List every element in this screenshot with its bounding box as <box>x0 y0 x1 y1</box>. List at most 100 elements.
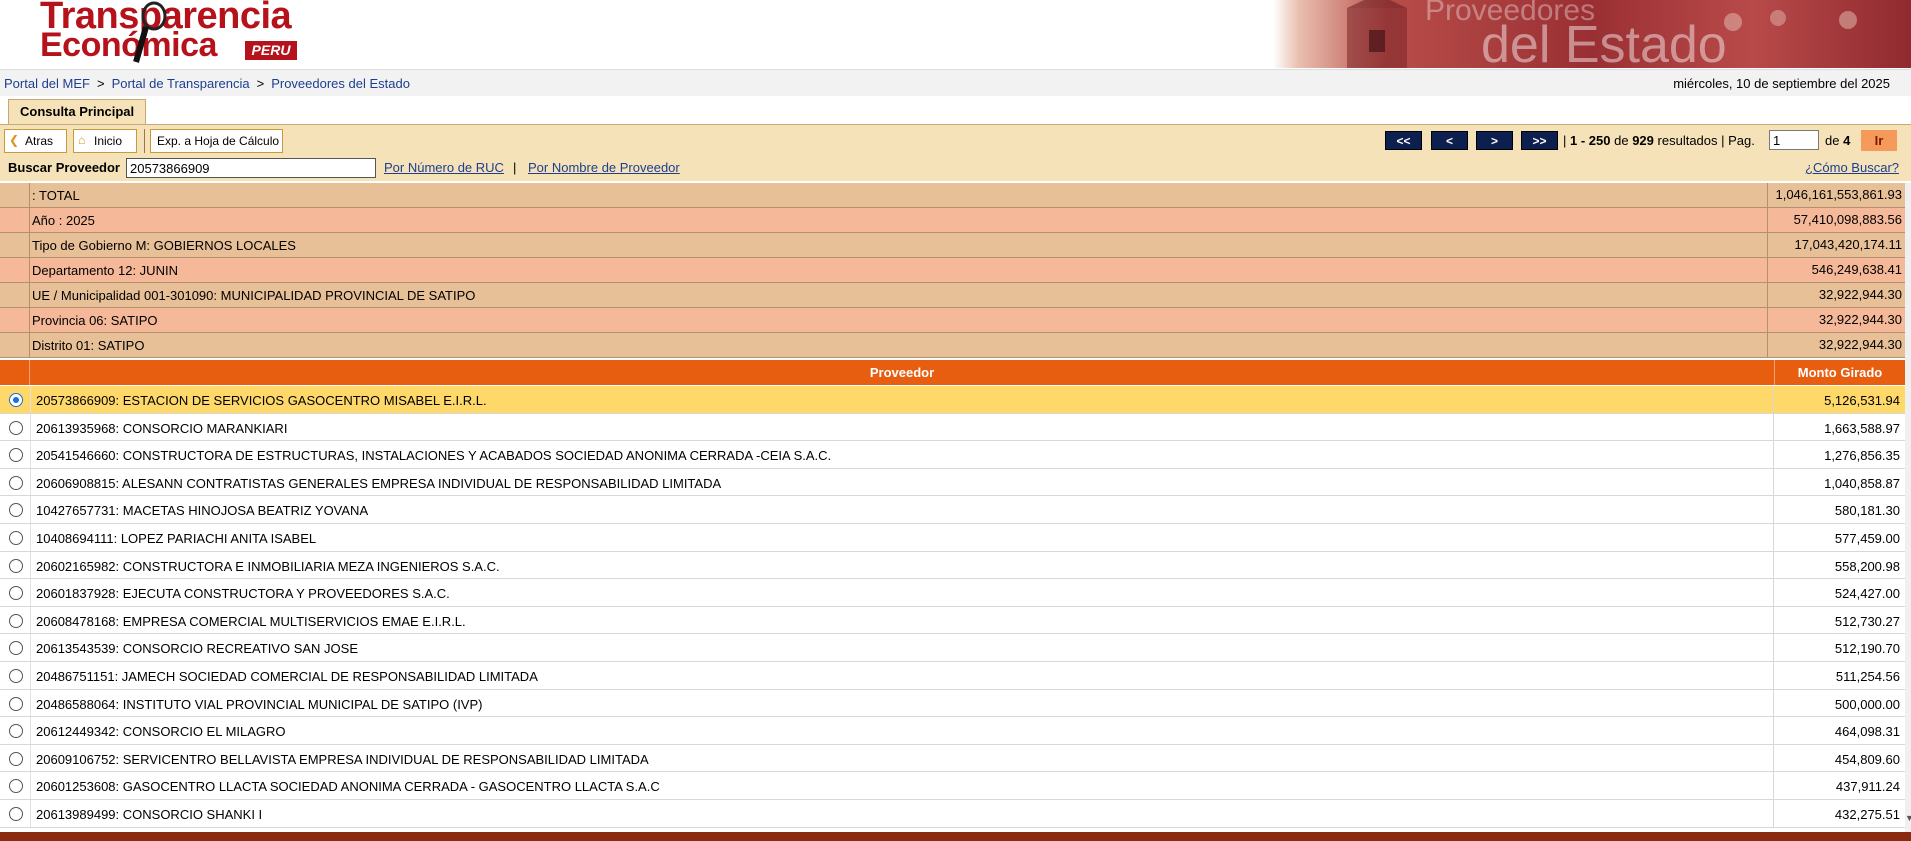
home-button[interactable]: ⌂ Inicio <box>73 129 137 153</box>
table-row[interactable]: 20573866909: ESTACION DE SERVICIOS GASOC… <box>0 386 1905 414</box>
provider-amount: 577,459.00 <box>1834 530 1900 546</box>
row-radio[interactable] <box>9 530 23 545</box>
cell-divider <box>30 799 31 827</box>
provider-amount: 512,730.27 <box>1834 613 1900 629</box>
provider-name: 20486588064: INSTITUTO VIAL PROVINCIAL M… <box>36 696 483 712</box>
row-radio[interactable] <box>9 586 23 601</box>
cell-divider <box>30 744 31 772</box>
summary-row-province[interactable]: Provincia 06: SATIPO 32,922,944.30 <box>0 308 1905 333</box>
table-row[interactable]: 20602165982: CONSTRUCTORA E INMOBILIARIA… <box>0 551 1905 580</box>
search-input[interactable] <box>126 158 376 178</box>
cell-divider <box>30 689 31 717</box>
go-button[interactable]: Ir <box>1861 130 1897 151</box>
summary-row-municipality[interactable]: UE / Municipalidad 001-301090: MUNICIPAL… <box>0 283 1905 308</box>
cell-divider <box>30 551 31 579</box>
table-row[interactable]: 20601253608: GASOCENTRO LLACTA SOCIEDAD … <box>0 772 1905 800</box>
table-row[interactable]: 20609106752: SERVICENTRO BELLAVISTA EMPR… <box>0 744 1905 773</box>
provider-name: 20602165982: CONSTRUCTORA E INMOBILIARIA… <box>36 558 500 574</box>
results-de: de <box>1614 133 1629 148</box>
how-to-search-link[interactable]: ¿Cómo Buscar? <box>1805 160 1899 175</box>
column-header-proveedor[interactable]: Proveedor <box>31 360 1773 385</box>
row-radio[interactable] <box>9 503 23 518</box>
summary-row-total[interactable]: : TOTAL 1,046,161,553,861.93 <box>0 183 1905 208</box>
scroll-down-arrow-icon[interactable]: ▼ <box>1905 813 1911 823</box>
summary-amount: 32,922,944.30 <box>1767 283 1905 307</box>
row-radio[interactable] <box>9 641 23 656</box>
back-button[interactable]: ❮ Atras <box>4 129 67 153</box>
prev-page-button[interactable]: < <box>1431 131 1468 150</box>
row-radio[interactable] <box>9 696 23 711</box>
table-row[interactable]: 20601837928: EJECUTA CONSTRUCTORA Y PROV… <box>0 579 1905 607</box>
provider-name: 20541546660: CONSTRUCTORA DE ESTRUCTURAS… <box>36 448 832 464</box>
breadcrumb-bar: Portal del MEF > Portal de Transparencia > P… <box>0 69 1911 96</box>
tab-consulta-principal[interactable]: Consulta Principal <box>8 99 147 124</box>
provider-amount: 5,126,531.94 <box>1824 393 1900 408</box>
table-row[interactable]: 20486751151: JAMECH SOCIEDAD COMERCIAL D… <box>0 661 1905 690</box>
grid-header: Proveedor Monto Girado <box>0 360 1905 385</box>
row-radio[interactable] <box>9 448 23 463</box>
row-radio[interactable] <box>9 779 23 794</box>
provider-amount: 580,181.30 <box>1834 503 1900 519</box>
row-radio[interactable] <box>9 475 23 490</box>
provider-name: 20613989499: CONSORCIO SHANKI I <box>36 806 263 822</box>
search-by-ruc-link[interactable]: Por Número de RUC <box>384 160 504 175</box>
grid-header-select <box>0 360 30 385</box>
provider-amount: 500,000.00 <box>1834 696 1900 712</box>
cell-divider <box>30 386 31 413</box>
magnifier-icon <box>133 1 167 63</box>
row-radio[interactable] <box>9 806 23 821</box>
page-number-input[interactable] <box>1769 130 1819 150</box>
last-page-button[interactable]: >> <box>1521 131 1558 150</box>
breadcrumb-separator: > <box>256 76 265 91</box>
search-by-name-link[interactable]: Por Nombre de Proveedor <box>528 160 680 175</box>
table-row[interactable]: 10427657731: MACETAS HINOJOSA BEATRIZ YO… <box>0 496 1905 524</box>
logo[interactable]: Transparencia Económica PERU <box>40 0 305 66</box>
summary-amount: 57,410,098,883.56 <box>1767 208 1905 232</box>
table-row[interactable]: 20613543539: CONSORCIO RECREATIVO SAN JO… <box>0 634 1905 662</box>
table-row[interactable]: 20606908815: ALESANN CONTRATISTAS GENERA… <box>0 468 1905 497</box>
row-radio[interactable] <box>9 420 23 435</box>
table-row[interactable]: 20486588064: INSTITUTO VIAL PROVINCIAL M… <box>0 689 1905 718</box>
row-radio[interactable] <box>9 393 23 407</box>
provider-name: 20601253608: GASOCENTRO LLACTA SOCIEDAD … <box>36 779 660 795</box>
summary-row-year[interactable]: Año : 2025 57,410,098,883.56 <box>0 208 1905 233</box>
breadcrumb-portal-mef[interactable]: Portal del MEF <box>4 76 90 91</box>
provider-amount: 558,200.98 <box>1834 558 1900 574</box>
next-page-button[interactable]: > <box>1476 131 1513 150</box>
row-radio[interactable] <box>9 724 23 739</box>
row-radio[interactable] <box>9 558 23 573</box>
cell-divider <box>30 717 31 744</box>
header-banner: Proveedores del Estado <box>1273 0 1911 68</box>
summary-label: : TOTAL <box>32 188 80 203</box>
summary-table: : TOTAL 1,046,161,553,861.93 Año : 2025 … <box>0 183 1905 358</box>
provider-name: 20612449342: CONSORCIO EL MILAGRO <box>36 724 286 740</box>
summary-row-department[interactable]: Departamento 12: JUNIN 546,249,638.41 <box>0 258 1905 283</box>
table-row[interactable]: 20613935968: CONSORCIO MARANKIARI 1,663,… <box>0 413 1905 442</box>
table-row[interactable]: 10408694111: LOPEZ PARIACHI ANITA ISABEL… <box>0 523 1905 552</box>
table-row[interactable]: 20608478168: EMPRESA COMERCIAL MULTISERV… <box>0 606 1905 635</box>
row-radio[interactable] <box>9 751 23 766</box>
table-row[interactable]: 20612449342: CONSORCIO EL MILAGRO 464,09… <box>0 717 1905 745</box>
summary-amount: 17,043,420,174.11 <box>1767 233 1905 257</box>
cell-divider <box>30 606 31 634</box>
summary-cell-empty <box>0 308 30 332</box>
logo-line2: Económica <box>40 26 217 64</box>
first-page-button[interactable]: << <box>1385 131 1422 150</box>
column-header-monto[interactable]: Monto Girado <box>1774 360 1905 385</box>
row-radio[interactable] <box>9 668 23 683</box>
export-spreadsheet-button[interactable]: Exp. a Hoja de Cálculo <box>150 129 283 153</box>
provider-name: 20613543539: CONSORCIO RECREATIVO SAN JO… <box>36 641 358 657</box>
provider-amount: 524,427.00 <box>1834 586 1900 602</box>
table-row[interactable]: 20541546660: CONSTRUCTORA DE ESTRUCTURAS… <box>0 441 1905 469</box>
breadcrumb-portal-transparencia[interactable]: Portal de Transparencia <box>112 76 250 91</box>
search-separator: | <box>513 160 517 175</box>
breadcrumb-proveedores[interactable]: Proveedores del Estado <box>271 76 410 91</box>
summary-row-district[interactable]: Distrito 01: SATIPO 32,922,944.30 <box>0 333 1905 358</box>
table-row[interactable]: 20613989499: CONSORCIO SHANKI I 432,275.… <box>0 799 1905 828</box>
summary-row-government-type[interactable]: Tipo de Gobierno M: GOBIERNOS LOCALES 17… <box>0 233 1905 258</box>
provider-amount: 464,098.31 <box>1834 724 1900 740</box>
summary-label: Año : 2025 <box>32 213 95 228</box>
back-button-label: Atras <box>25 134 54 148</box>
row-radio[interactable] <box>9 613 23 628</box>
vertical-scrollbar[interactable] <box>1905 183 1911 832</box>
